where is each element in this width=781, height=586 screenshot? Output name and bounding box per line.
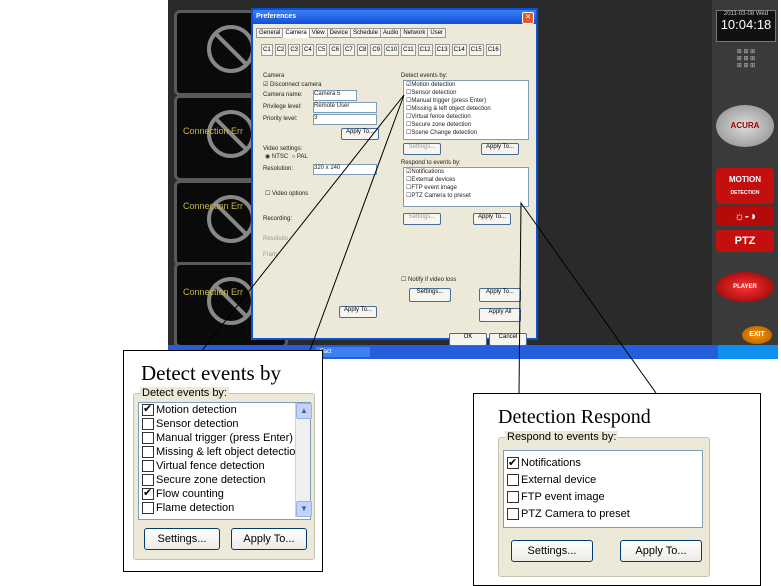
detect-events-callout: Detect events by Detect events by: Motio… bbox=[123, 350, 323, 572]
list-item[interactable]: FTP event image bbox=[504, 489, 702, 506]
list-item[interactable]: Virtual fence detection bbox=[139, 459, 310, 473]
list-item[interactable]: Missing & left object detection bbox=[139, 445, 310, 459]
list-item-label: Motion detection bbox=[156, 404, 237, 416]
list-item[interactable]: PTZ Camera to preset bbox=[504, 506, 702, 523]
callout-heading: Detection Respond bbox=[498, 406, 651, 428]
checkbox[interactable] bbox=[142, 486, 154, 500]
scroll-up-icon[interactable]: ▲ bbox=[296, 403, 312, 419]
list-item-label: Notifications bbox=[521, 457, 581, 469]
checkbox[interactable] bbox=[142, 403, 154, 416]
list-item[interactable]: Notifications bbox=[504, 455, 702, 472]
group-label: Detect events by: bbox=[140, 387, 229, 399]
respond-events-list: Notifications External device FTP event im… bbox=[503, 450, 703, 528]
scrollbar[interactable]: ▲ ▼ bbox=[295, 403, 312, 517]
apply-to-button[interactable]: Apply To... bbox=[231, 528, 307, 550]
checkbox[interactable] bbox=[142, 473, 154, 486]
checkbox[interactable] bbox=[507, 490, 519, 503]
list-item-label: External device bbox=[521, 474, 597, 486]
detect-events-group: Detect events by: Motion detection Sensor… bbox=[133, 387, 315, 560]
list-item-label: FTP event image bbox=[521, 491, 605, 503]
checkbox[interactable] bbox=[142, 445, 154, 458]
checkbox[interactable] bbox=[142, 501, 154, 514]
list-item-label: Virtual fence detection bbox=[156, 460, 265, 472]
checkbox[interactable] bbox=[507, 455, 519, 472]
list-item-label: Flame detection bbox=[156, 502, 235, 514]
checkbox[interactable] bbox=[142, 417, 154, 430]
detection-respond-callout: Detection Respond Respond to events by: … bbox=[473, 393, 761, 586]
group-label: Respond to events by: bbox=[505, 431, 619, 443]
settings-button[interactable]: Settings... bbox=[144, 528, 220, 550]
list-item[interactable]: Manual trigger (press Enter) bbox=[139, 431, 310, 445]
list-item-label: Flow counting bbox=[156, 488, 224, 500]
respond-events-group: Respond to events by: Notifications Exter… bbox=[498, 431, 710, 577]
list-item-label: PTZ Camera to preset bbox=[521, 508, 630, 520]
checkbox[interactable] bbox=[507, 473, 519, 486]
callout-heading: Detect events by bbox=[141, 361, 281, 385]
settings-button[interactable]: Settings... bbox=[511, 540, 593, 562]
detect-events-list: Motion detection Sensor detection Manual t… bbox=[138, 402, 311, 520]
checkbox[interactable] bbox=[142, 459, 154, 472]
list-item-label: Manual trigger (press Enter) bbox=[156, 432, 293, 444]
list-item[interactable]: External device bbox=[504, 472, 702, 489]
list-item[interactable]: Motion detection bbox=[139, 403, 310, 417]
scroll-down-icon[interactable]: ▼ bbox=[296, 501, 312, 517]
apply-to-button[interactable]: Apply To... bbox=[620, 540, 702, 562]
list-item-label: Sensor detection bbox=[156, 418, 239, 430]
list-item[interactable]: Sensor detection bbox=[139, 417, 310, 431]
checkbox[interactable] bbox=[507, 507, 519, 520]
list-item[interactable]: Flame detection bbox=[139, 501, 310, 515]
list-item[interactable]: Flow counting bbox=[139, 486, 310, 501]
checkbox[interactable] bbox=[142, 431, 154, 444]
list-item-label: Secure zone detection bbox=[156, 474, 266, 486]
list-item-label: Missing & left object detection bbox=[156, 446, 302, 458]
list-item[interactable]: Secure zone detection bbox=[139, 473, 310, 487]
